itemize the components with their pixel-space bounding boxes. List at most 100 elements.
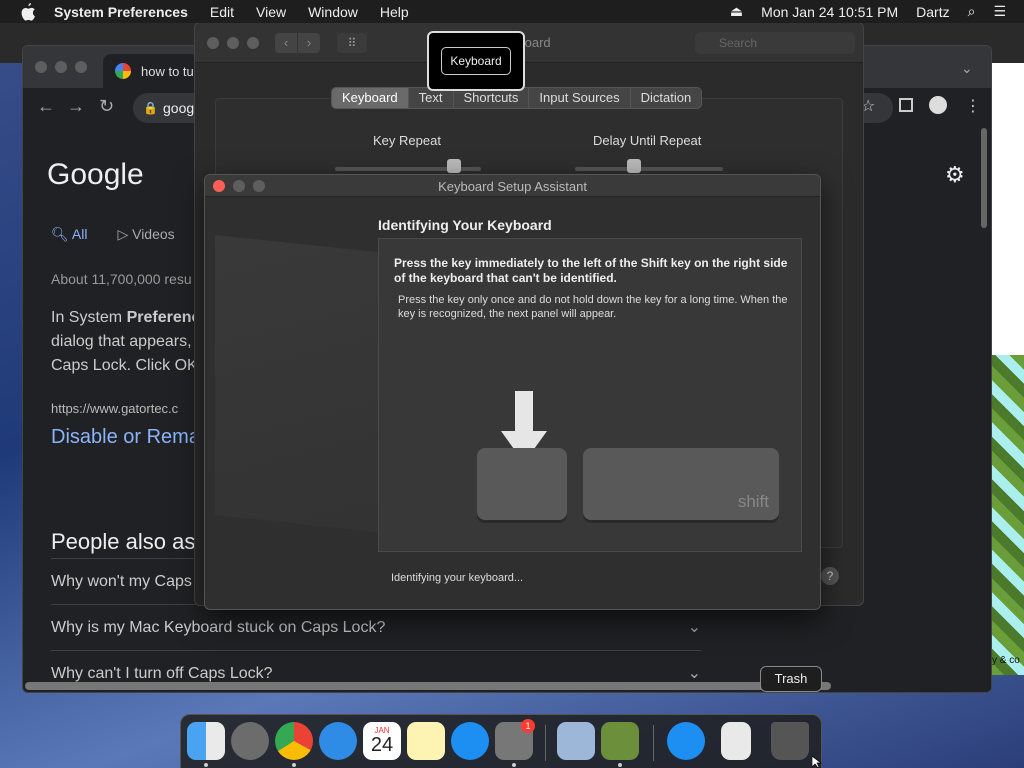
background-window-text: y & co bbox=[992, 655, 1020, 666]
forward-button[interactable]: › bbox=[298, 33, 320, 53]
horizontal-scrollbar[interactable] bbox=[25, 682, 831, 690]
close-button[interactable] bbox=[207, 37, 219, 49]
back-icon[interactable]: ← bbox=[37, 96, 55, 117]
background-window: y & co bbox=[990, 55, 1024, 675]
running-indicator bbox=[512, 763, 516, 767]
unidentified-key bbox=[477, 448, 567, 520]
preview-icon[interactable] bbox=[557, 722, 595, 760]
video-icon: ▷ bbox=[117, 226, 133, 242]
search-icon: 🔍︎ bbox=[51, 226, 72, 242]
app-name-menu[interactable]: System Preferences bbox=[54, 4, 188, 20]
result-url[interactable]: https://www.gatortec.c bbox=[51, 401, 178, 416]
show-all-grid-icon[interactable]: ⠿ bbox=[337, 33, 367, 53]
ksa-titlebar: Keyboard Setup Assistant bbox=[205, 175, 820, 197]
people-also-ask-title: People also as bbox=[51, 529, 196, 554]
notes-icon[interactable] bbox=[407, 722, 445, 760]
side-panel-icon[interactable] bbox=[899, 98, 913, 112]
delay-until-repeat-slider[interactable] bbox=[575, 167, 723, 171]
dock: JAN 24 1 bbox=[180, 714, 822, 768]
menu-kebab-icon[interactable]: ⋮ bbox=[965, 96, 981, 116]
paa-item[interactable]: Why is my Mac Keyboard stuck on Caps Loc… bbox=[51, 604, 701, 650]
instruction-text: Press the key only once and do not hold … bbox=[398, 294, 788, 320]
syspref-titlebar: ‹ › ⠿ Keyboard Search bbox=[195, 23, 863, 63]
search-tabs: 🔍︎ All ▷ Videos bbox=[51, 226, 205, 243]
profile-avatar[interactable] bbox=[929, 96, 947, 114]
running-indicator bbox=[204, 763, 208, 767]
minecraft-icon[interactable] bbox=[601, 722, 639, 760]
status-text: Identifying your keyboard... bbox=[391, 572, 524, 584]
back-button[interactable]: ‹ bbox=[275, 33, 297, 53]
settings-gear-icon[interactable]: ⚙ bbox=[945, 162, 965, 188]
app-store-icon[interactable] bbox=[451, 722, 489, 760]
keyboard-setup-assistant-window: Keyboard Setup Assistant Identifying You… bbox=[204, 174, 821, 610]
applications-folder-icon[interactable] bbox=[667, 722, 705, 760]
eject-icon[interactable]: ⏏ bbox=[730, 3, 743, 20]
tuxedo-illustration bbox=[215, 235, 405, 535]
shift-key: shift bbox=[583, 448, 779, 520]
notification-badge: 1 bbox=[521, 719, 535, 733]
zoom-button[interactable] bbox=[247, 37, 259, 49]
calendar-icon[interactable]: JAN 24 bbox=[363, 722, 401, 760]
tab-shortcuts[interactable]: Shortcuts bbox=[454, 88, 530, 108]
search-field[interactable]: Search bbox=[695, 32, 855, 54]
tab-search-icon[interactable]: ⌄ bbox=[961, 60, 973, 77]
vertical-scrollbar[interactable] bbox=[981, 128, 987, 228]
delay-until-repeat-label: Delay Until Repeat bbox=[593, 133, 702, 148]
reload-icon[interactable]: ↻ bbox=[99, 96, 114, 117]
tab-input-sources[interactable]: Input Sources bbox=[529, 88, 631, 108]
ksa-title: Keyboard Setup Assistant bbox=[438, 179, 587, 194]
mouse-cursor-icon bbox=[812, 756, 822, 768]
chrome-icon[interactable] bbox=[275, 722, 313, 760]
dock-separator bbox=[545, 725, 546, 761]
menu-edit[interactable]: Edit bbox=[210, 4, 234, 20]
tab-dictation[interactable]: Dictation bbox=[631, 88, 702, 108]
menu-help[interactable]: Help bbox=[380, 4, 409, 20]
user-menu[interactable]: Dartz bbox=[916, 4, 949, 20]
running-indicator bbox=[292, 763, 296, 767]
close-button[interactable] bbox=[35, 61, 47, 73]
trash-icon[interactable] bbox=[771, 722, 809, 760]
safari-icon[interactable] bbox=[319, 722, 357, 760]
shift-key-label: shift bbox=[737, 492, 769, 511]
document-icon[interactable] bbox=[721, 722, 751, 760]
key-repeat-label: Key Repeat bbox=[373, 133, 441, 148]
minimize-button[interactable] bbox=[227, 37, 239, 49]
dock-separator bbox=[653, 725, 654, 761]
spotlight-search-icon[interactable]: ⌕ bbox=[968, 3, 976, 20]
zoom-button[interactable] bbox=[75, 61, 87, 73]
delay-until-repeat-knob[interactable] bbox=[627, 159, 641, 173]
trash-tooltip: Trash bbox=[760, 666, 822, 692]
google-logo[interactable]: Google bbox=[47, 158, 144, 192]
lock-icon: 🔒 bbox=[143, 101, 158, 115]
result-title-link[interactable]: Disable or Rema bbox=[51, 426, 200, 449]
minecraft-image bbox=[990, 355, 1024, 675]
tab-all[interactable]: 🔍︎ All bbox=[51, 226, 87, 243]
launchpad-icon[interactable] bbox=[231, 722, 269, 760]
key-repeat-knob[interactable] bbox=[447, 159, 461, 173]
tab-title: how to tur bbox=[141, 63, 199, 79]
result-snippet: In System Preferenc dialog that appears,… bbox=[51, 309, 201, 374]
minimize-button[interactable] bbox=[55, 61, 67, 73]
instruction-bold: Press the key immediately to the left of… bbox=[394, 256, 788, 285]
tab-videos[interactable]: ▷ Videos bbox=[117, 226, 174, 243]
instruction-panel: Press the key immediately to the left of… bbox=[378, 238, 802, 552]
menu-bar-extras: ⏏ Mon Jan 24 10:51 PM Dartz ⌕ ☰ bbox=[730, 0, 1024, 23]
finder-icon[interactable] bbox=[187, 722, 225, 760]
chevron-down-icon: ⌄ bbox=[687, 619, 701, 636]
menu-window[interactable]: Window bbox=[308, 4, 358, 20]
address-text: goog bbox=[163, 100, 195, 116]
control-center-icon[interactable]: ☰ bbox=[993, 3, 1006, 20]
tab-keyboard[interactable]: Keyboard bbox=[332, 88, 409, 108]
google-favicon-icon bbox=[115, 63, 131, 79]
help-button[interactable]: ? bbox=[821, 567, 839, 585]
clock[interactable]: Mon Jan 24 10:51 PM bbox=[761, 4, 898, 20]
apple-icon[interactable] bbox=[20, 2, 36, 21]
menu-bar: System Preferences Edit View Window Help… bbox=[0, 0, 1024, 23]
results-count: About 11,700,000 resu bbox=[51, 271, 192, 287]
ksa-heading: Identifying Your Keyboard bbox=[378, 217, 552, 233]
keyboard-tooltip: Keyboard bbox=[427, 31, 525, 91]
menu-view[interactable]: View bbox=[256, 4, 286, 20]
forward-icon[interactable]: → bbox=[67, 96, 85, 117]
keyboard-tooltip-label: Keyboard bbox=[441, 47, 511, 75]
tab-text[interactable]: Text bbox=[409, 88, 454, 108]
